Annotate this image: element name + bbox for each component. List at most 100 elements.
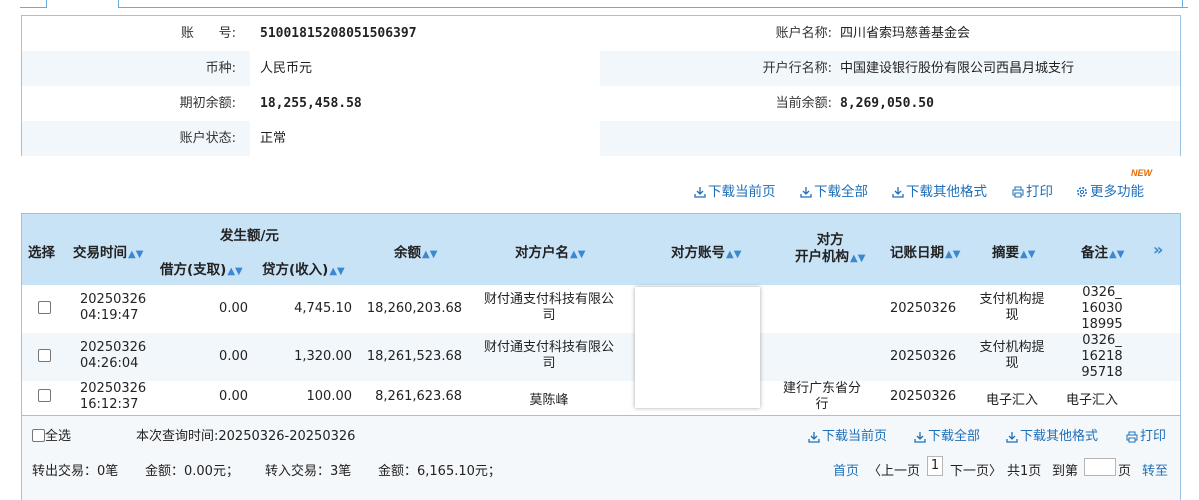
footer-download-all-button[interactable]: 下载全部 xyxy=(914,425,980,444)
goto-page-field[interactable] xyxy=(1084,458,1116,476)
col-post-date[interactable]: 记账日期▲▼ xyxy=(890,241,960,261)
row-checkbox[interactable] xyxy=(38,301,51,314)
row-counterparty-bank: 建行广东省分行 xyxy=(782,381,862,413)
sort-icon: ▲▼ xyxy=(227,266,243,277)
more-columns-icon[interactable]: » xyxy=(1153,240,1163,259)
download-icon xyxy=(1006,431,1018,443)
next-page-link[interactable]: 下一页〉 xyxy=(950,460,1002,479)
row-summary-line1: 电子汇入 xyxy=(985,393,1038,408)
bank-value: 中国建设银行股份有限公司西昌月城支行 xyxy=(840,61,1075,76)
download-icon xyxy=(800,187,812,198)
download-other-button[interactable]: 下载其他格式 xyxy=(892,182,987,202)
row-remark-line1: 电子汇入 xyxy=(1065,393,1118,408)
select-all-checkbox[interactable] xyxy=(32,429,45,442)
col-balance[interactable]: 余额▲▼ xyxy=(394,241,437,261)
in-count: 转入交易：3笔 xyxy=(265,464,352,479)
col-time[interactable]: 交易时间▲▼ xyxy=(73,241,143,261)
sort-icon: ▲▼ xyxy=(570,249,586,260)
row-summary-line1: 支付机构提 xyxy=(979,340,1045,355)
goto-button[interactable]: 转至 xyxy=(1142,460,1168,479)
in-amount: 金额：6,165.10元； xyxy=(378,464,501,479)
transaction-table: 选择 交易时间▲▼ 发生额/元 借方(支取)▲▼ 贷方(收入)▲▼ 余额▲▼ 对… xyxy=(21,213,1181,416)
row-post-date: 20250326 xyxy=(890,301,957,316)
footer-download-other-button[interactable]: 下载其他格式 xyxy=(1006,425,1098,444)
footer-print-button[interactable]: 打印 xyxy=(1126,425,1166,444)
row-counterparty-name-line1: 莫陈峰 xyxy=(529,393,569,408)
sort-icon: ▲▼ xyxy=(1109,249,1125,260)
currency-value: 人民币元 xyxy=(250,51,600,86)
tab-strip-right-border xyxy=(1182,0,1183,8)
table-row: 20250326 16:12:37 0.00 100.00 8,261,623.6… xyxy=(22,381,1180,415)
row-date: 20250326 xyxy=(80,340,147,355)
row-counterparty-bank-line2: 行 xyxy=(815,397,829,412)
more-functions-button[interactable]: 更多功能 xyxy=(1076,182,1144,202)
print-button[interactable]: 打印 xyxy=(1012,182,1053,202)
printer-icon xyxy=(1012,186,1024,198)
printer-icon xyxy=(1126,431,1138,442)
col-amount-group: 发生额/元 xyxy=(220,228,279,244)
table-footer: 全选 本次查询时间:20250326-20250326 下载当前页 下载全部 下… xyxy=(21,416,1181,500)
footer-download-other-label: 下载其他格式 xyxy=(1020,429,1099,444)
row-counterparty-bank-line1: 建行广东省分 xyxy=(782,381,861,396)
col-debit[interactable]: 借方(支取)▲▼ xyxy=(160,258,243,278)
footer-download-page-label: 下载当前页 xyxy=(822,429,888,444)
col-time-label: 交易时间 xyxy=(73,245,127,261)
row-checkbox[interactable] xyxy=(38,349,51,362)
download-icon xyxy=(808,431,820,443)
col-counterparty-account[interactable]: 对方账号▲▼ xyxy=(671,241,741,261)
account-name-label: 账户名称: xyxy=(775,26,832,41)
row-balance: 8,261,623.68 xyxy=(375,389,462,404)
row-credit: 4,745.10 xyxy=(294,301,352,316)
active-tab[interactable] xyxy=(46,0,119,8)
col-summary[interactable]: 摘要▲▼ xyxy=(992,241,1035,261)
download-all-button[interactable]: 下载全部 xyxy=(800,182,868,202)
goto-label: 到第 xyxy=(1052,464,1079,479)
row-date: 20250326 xyxy=(80,381,147,396)
col-remark[interactable]: 备注▲▼ xyxy=(1081,241,1124,261)
account-name-value: 四川省索玛慈善基金会 xyxy=(840,26,971,41)
select-all[interactable]: 全选 xyxy=(32,425,71,444)
col-counterparty-account-label: 对方账号 xyxy=(671,245,725,261)
info-row-status: 账户状态: 正常 xyxy=(22,121,1180,156)
row-counterparty-bank xyxy=(782,292,862,308)
toolbar: 下载当前页 下载全部 下载其他格式 打印 更多功能 xyxy=(0,182,1199,202)
table-row: 20250326 04:19:47 0.00 4,745.10 18,260,20… xyxy=(22,285,1180,333)
row-checkbox[interactable] xyxy=(38,389,51,402)
col-summary-label: 摘要 xyxy=(992,245,1019,261)
redacted-account-overlay xyxy=(635,287,760,408)
row-debit: 0.00 xyxy=(219,349,248,364)
sort-icon: ▲▼ xyxy=(128,249,144,260)
goto-page-input[interactable] xyxy=(1084,458,1116,476)
col-counterparty-bank-label-2: 开户机构 xyxy=(795,249,849,265)
current-balance-value: 8,269,050.50 xyxy=(840,96,934,111)
row-debit: 0.00 xyxy=(219,389,248,404)
sort-icon: ▲▼ xyxy=(945,249,961,260)
row-remark-line2: 16030 xyxy=(1081,301,1123,316)
row-debit: 0.00 xyxy=(219,301,248,316)
row-remark: 0326_ 16218 95718 xyxy=(1072,333,1132,381)
col-counterparty-bank[interactable]: 对方 开户机构▲▼ xyxy=(795,232,865,267)
col-remark-label: 备注 xyxy=(1081,245,1108,261)
col-counterparty-name[interactable]: 对方户名▲▼ xyxy=(515,241,585,261)
status-label: 账户状态: xyxy=(179,131,236,146)
query-period: 本次查询时间:20250326-20250326 xyxy=(136,429,356,444)
row-counterparty-name: 莫陈峰 xyxy=(474,389,624,408)
sort-icon: ▲▼ xyxy=(422,249,438,260)
row-time: 20250326 04:19:47 xyxy=(80,292,146,324)
current-balance-label: 当前余额: xyxy=(775,96,832,111)
download-page-button[interactable]: 下载当前页 xyxy=(694,182,776,202)
current-page-number: 1 xyxy=(927,456,943,476)
account-number-label: 账 号: xyxy=(180,26,236,41)
row-clock: 04:26:04 xyxy=(80,356,139,371)
col-credit[interactable]: 贷方(收入)▲▼ xyxy=(262,258,345,278)
download-icon xyxy=(914,431,926,443)
new-badge: NEW xyxy=(1131,168,1152,178)
footer-download-page-button[interactable]: 下载当前页 xyxy=(808,425,887,444)
sort-icon: ▲▼ xyxy=(726,249,742,260)
prev-page-link[interactable]: 〈上一页 xyxy=(868,460,920,479)
first-page-link[interactable]: 首页 xyxy=(833,460,859,479)
row-remark: 电子汇入 xyxy=(1062,389,1122,408)
account-info-panel: 账 号: 51001815208051506397 账户名称: 四川省索玛慈善基… xyxy=(21,15,1181,156)
row-remark-line3: 95718 xyxy=(1081,365,1123,380)
table-header: 选择 交易时间▲▼ 发生额/元 借方(支取)▲▼ 贷方(收入)▲▼ 余额▲▼ 对… xyxy=(22,214,1180,285)
